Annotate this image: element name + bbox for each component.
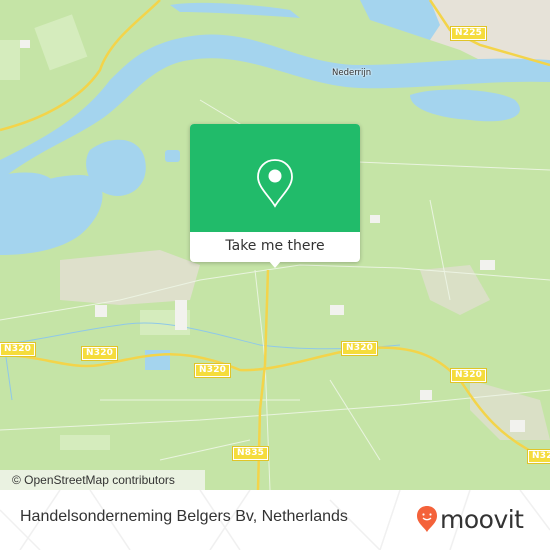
moovit-wordmark: moovit — [440, 504, 524, 534]
road-label-n835: N835 — [231, 446, 270, 461]
field — [0, 40, 20, 80]
road-label-n320: N320 — [340, 341, 379, 356]
canal — [0, 322, 401, 350]
road-n835-north — [263, 269, 270, 366]
road-label-n225: N225 — [449, 26, 488, 41]
river-upper — [360, 0, 440, 40]
moovit-logo[interactable]: moovit — [416, 504, 524, 534]
urban-area — [60, 250, 200, 305]
road-label-n320: N320 — [449, 368, 488, 383]
take-me-there-button[interactable]: Take me there — [190, 232, 360, 262]
road-label-n320: N320 — [526, 449, 550, 464]
footer: Handelsonderneming Belgers Bv, Netherlan… — [0, 490, 550, 550]
lake — [410, 89, 520, 122]
map[interactable]: Nederrijn N225 N320 N320 N320 N320 N320 … — [0, 0, 550, 490]
popup-pointer — [268, 260, 282, 268]
location-popup[interactable]: Take me there — [190, 124, 360, 268]
location-pin-icon — [257, 159, 293, 208]
road-n835 — [256, 364, 267, 490]
road-label-n320: N320 — [0, 342, 37, 357]
pond — [145, 350, 170, 370]
place-label-nederrijn: Nederrijn — [332, 68, 372, 78]
field — [34, 14, 88, 71]
field — [60, 435, 110, 450]
popup-header[interactable] — [190, 124, 360, 232]
map-attribution[interactable]: © OpenStreetMap contributors — [0, 470, 205, 490]
river-upper — [170, 2, 300, 18]
pond — [165, 150, 180, 162]
road-label-n320: N320 — [80, 346, 119, 361]
canal — [4, 349, 13, 401]
moovit-pin-icon — [417, 506, 437, 532]
place-title: Handelsonderneming Belgers Bv, Netherlan… — [20, 508, 348, 525]
road-label-n320: N320 — [193, 363, 232, 378]
